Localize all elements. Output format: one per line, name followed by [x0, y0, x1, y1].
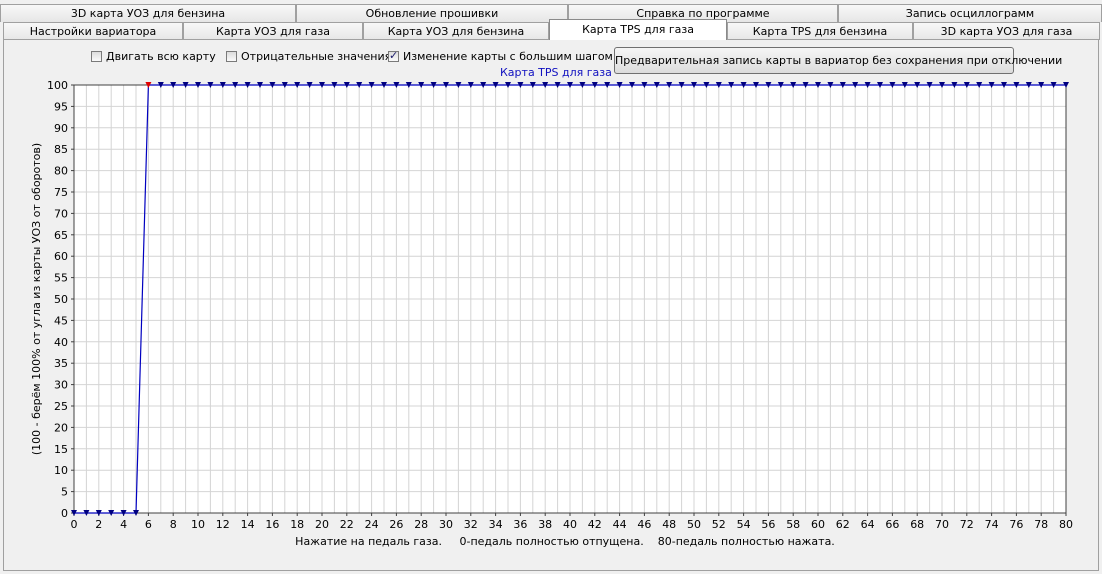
x-tick-label: 54	[737, 518, 751, 531]
x-tick-label: 60	[811, 518, 825, 531]
x-tick-label: 58	[786, 518, 800, 531]
x-tick-label: 34	[489, 518, 503, 531]
y-tick-label: 85	[54, 143, 68, 156]
x-axis-label: Нажатие на педаль газа. 0-педаль полност…	[295, 535, 835, 548]
y-tick-label: 30	[54, 379, 68, 392]
x-tick-label: 10	[191, 518, 205, 531]
x-tick-label: 40	[563, 518, 577, 531]
x-tick-label: 38	[538, 518, 552, 531]
x-tick-label: 44	[613, 518, 627, 531]
x-tick-label: 42	[588, 518, 602, 531]
y-tick-label: 100	[47, 79, 68, 92]
y-tick-label: 10	[54, 464, 68, 477]
x-tick-label: 46	[637, 518, 651, 531]
y-tick-label: 55	[54, 272, 68, 285]
x-tick-label: 8	[170, 518, 177, 531]
y-tick-label: 0	[61, 507, 68, 520]
tab-bottom-3[interactable]: Карта TPS для газа	[549, 19, 727, 40]
y-axis-label: (100 - берём 100% от угла из карты УОЗ о…	[30, 143, 43, 455]
y-tick-label: 40	[54, 336, 68, 349]
x-tick-label: 50	[687, 518, 701, 531]
x-tick-label: 76	[1009, 518, 1023, 531]
x-tick-label: 20	[315, 518, 329, 531]
x-tick-label: 14	[241, 518, 255, 531]
x-tick-label: 52	[712, 518, 726, 531]
y-tick-label: 25	[54, 400, 68, 413]
x-tick-label: 22	[340, 518, 354, 531]
y-tick-label: 60	[54, 250, 68, 263]
x-tick-label: 36	[513, 518, 527, 531]
y-tick-label: 50	[54, 293, 68, 306]
x-tick-label: 2	[95, 518, 102, 531]
x-tick-label: 64	[861, 518, 875, 531]
x-tick-label: 26	[389, 518, 403, 531]
x-tick-label: 12	[216, 518, 230, 531]
x-tick-label: 72	[960, 518, 974, 531]
y-tick-label: 5	[61, 486, 68, 499]
y-tick-label: 95	[54, 100, 68, 113]
y-tick-label: 75	[54, 186, 68, 199]
x-tick-label: 32	[464, 518, 478, 531]
x-tick-label: 78	[1034, 518, 1048, 531]
x-tick-label: 68	[910, 518, 924, 531]
y-tick-label: 15	[54, 443, 68, 456]
x-tick-label: 74	[985, 518, 999, 531]
x-tick-label: 70	[935, 518, 949, 531]
tps-chart[interactable]: 0510152025303540455055606570758085909510…	[0, 0, 1102, 574]
x-tick-label: 80	[1059, 518, 1073, 531]
y-tick-label: 20	[54, 421, 68, 434]
x-tick-label: 4	[120, 518, 127, 531]
y-tick-label: 35	[54, 357, 68, 370]
x-tick-label: 48	[662, 518, 676, 531]
x-tick-label: 30	[439, 518, 453, 531]
x-tick-label: 24	[365, 518, 379, 531]
x-tick-label: 56	[761, 518, 775, 531]
y-tick-label: 70	[54, 207, 68, 220]
x-tick-label: 66	[885, 518, 899, 531]
y-tick-label: 65	[54, 229, 68, 242]
y-tick-label: 80	[54, 165, 68, 178]
x-tick-label: 16	[265, 518, 279, 531]
x-tick-label: 62	[836, 518, 850, 531]
y-tick-label: 90	[54, 122, 68, 135]
y-tick-label: 45	[54, 314, 68, 327]
x-tick-label: 6	[145, 518, 152, 531]
x-tick-label: 0	[71, 518, 78, 531]
x-tick-label: 28	[414, 518, 428, 531]
x-tick-label: 18	[290, 518, 304, 531]
